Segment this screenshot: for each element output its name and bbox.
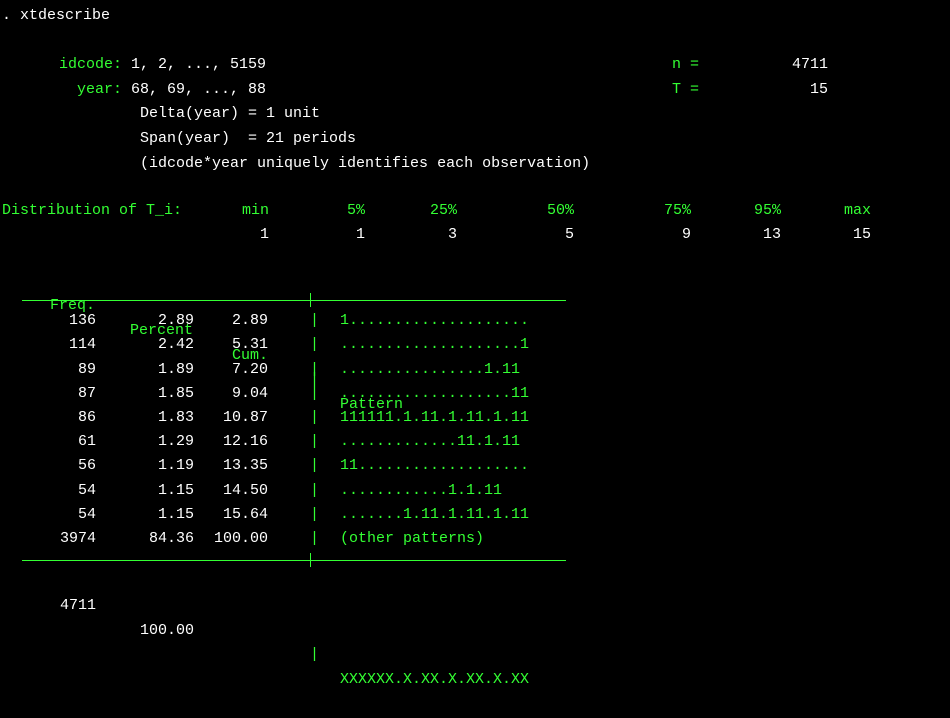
vertical-bar: | xyxy=(310,309,319,334)
dist-hdr-min: min xyxy=(242,199,269,224)
row-pattern: 1.................... xyxy=(340,309,529,334)
row-pattern: ................1.11 xyxy=(340,358,520,383)
row-freq: 87 xyxy=(60,382,96,407)
row-pct: 84.36 xyxy=(140,527,194,552)
dist-hdr-p95: 95% xyxy=(754,199,781,224)
row-freq: 86 xyxy=(60,406,96,431)
table-row: 87 1.85 9.04 | ...................11 xyxy=(22,382,948,406)
table-row: 86 1.83 10.87 | 111111.1.11.1.11.1.11 xyxy=(22,406,948,430)
row-pct: 1.29 xyxy=(140,430,194,455)
vertical-bar: | xyxy=(310,479,319,504)
table-row: 61 1.29 12.16 | .............11.1.11 xyxy=(22,430,948,454)
vertical-bar: | xyxy=(310,454,319,479)
dist-val-max: 15 xyxy=(853,223,871,248)
timevar-line: year: 68, 69, ..., 88 T = 15 xyxy=(2,78,948,103)
row-pct: 1.15 xyxy=(140,503,194,528)
row-pattern: .............11.1.11 xyxy=(340,430,520,455)
row-pattern: 111111.1.11.1.11.1.11 xyxy=(340,406,529,431)
n-label: n = xyxy=(672,53,699,78)
timevar-range: 68, 69, ..., 88 xyxy=(131,81,266,98)
vertical-bar: | xyxy=(310,406,319,431)
row-pct: 1.19 xyxy=(140,454,194,479)
row-pct: 1.89 xyxy=(140,358,194,383)
unique-line: (idcode*year uniquely identifies each ob… xyxy=(2,152,948,177)
vertical-bar: | xyxy=(310,430,319,455)
vertical-bar: | xyxy=(310,527,319,552)
dist-hdr-p50: 50% xyxy=(547,199,574,224)
table-row: 3974 84.36 100.00 | (other patterns) xyxy=(22,527,948,551)
table-row: 56 1.19 13.35 | 11................... xyxy=(22,454,948,478)
delta-line: Delta(year) = 1 unit xyxy=(2,102,948,127)
dist-hdr-p5: 5% xyxy=(347,199,365,224)
row-pattern: (other patterns) xyxy=(340,527,484,552)
n-value: 4711 xyxy=(792,53,828,78)
timevar-label: year: xyxy=(2,78,122,103)
table-row: 54 1.15 14.50 | ............1.1.11 xyxy=(22,479,948,503)
T-label: T = xyxy=(672,78,699,103)
vertical-bar: | xyxy=(310,333,319,358)
row-freq: 56 xyxy=(60,454,96,479)
vertical-bar: | xyxy=(310,503,319,528)
dist-val-p75: 9 xyxy=(682,223,691,248)
row-cum: 2.89 xyxy=(214,309,268,334)
row-pattern: ............1.1.11 xyxy=(340,479,502,504)
dist-val-p95: 13 xyxy=(763,223,781,248)
span-line: Span(year) = 21 periods xyxy=(2,127,948,152)
row-pattern: .......1.11.1.11.1.11 xyxy=(340,503,529,528)
row-pattern: ....................1 xyxy=(340,333,529,358)
row-pct: 1.83 xyxy=(140,406,194,431)
dist-hdr-max: max xyxy=(844,199,871,224)
row-pct: 1.15 xyxy=(140,479,194,504)
command-line: . xtdescribe xyxy=(2,4,948,29)
row-cum: 15.64 xyxy=(214,503,268,528)
table-row: 89 1.89 7.20 | ................1.11 xyxy=(22,358,948,382)
total-freq: 4711 xyxy=(60,594,96,619)
dist-val-p50: 5 xyxy=(565,223,574,248)
row-cum: 100.00 xyxy=(214,527,268,552)
vertical-bar: | xyxy=(310,358,319,383)
table-header: Freq. Percent Cum. | Pattern xyxy=(22,269,948,291)
row-freq: 3974 xyxy=(60,527,96,552)
dist-label: Distribution of T_i: xyxy=(2,202,182,219)
distribution-header: Distribution of T_i: min 5% 25% 50% 75% … xyxy=(2,199,948,224)
distribution-values: 1 1 3 5 9 13 15 xyxy=(2,223,948,247)
row-pattern: 11................... xyxy=(340,454,529,479)
table-row: 136 2.89 2.89 | 1.................... xyxy=(22,309,948,333)
row-cum: 14.50 xyxy=(214,479,268,504)
dist-hdr-p25: 25% xyxy=(430,199,457,224)
dist-val-p5: 1 xyxy=(356,223,365,248)
row-freq: 54 xyxy=(60,479,96,504)
row-pattern: ...................11 xyxy=(340,382,529,407)
total-pattern: XXXXXX.X.XX.X.XX.X.XX xyxy=(340,668,529,693)
row-pct: 1.85 xyxy=(140,382,194,407)
row-freq: 61 xyxy=(60,430,96,455)
row-cum: 10.87 xyxy=(214,406,268,431)
panelvar-line: idcode: 1, 2, ..., 5159 n = 4711 xyxy=(2,53,948,78)
table-row: 114 2.42 5.31 | ....................1 xyxy=(22,333,948,357)
pattern-table: Freq. Percent Cum. | Pattern 136 2.89 2.89… xyxy=(22,269,948,593)
vertical-bar: | xyxy=(310,382,319,407)
table-rule-bottom xyxy=(22,553,948,567)
row-freq: 136 xyxy=(60,309,96,334)
row-cum: 12.16 xyxy=(214,430,268,455)
dist-val-p25: 3 xyxy=(448,223,457,248)
row-cum: 7.20 xyxy=(214,358,268,383)
row-cum: 13.35 xyxy=(214,454,268,479)
row-pct: 2.42 xyxy=(140,333,194,358)
row-freq: 54 xyxy=(60,503,96,528)
row-freq: 89 xyxy=(60,358,96,383)
row-cum: 9.04 xyxy=(214,382,268,407)
dist-val-min: 1 xyxy=(260,223,269,248)
table-row: 54 1.15 15.64 | .......1.11.1.11.1.11 xyxy=(22,503,948,527)
table-rule-top xyxy=(22,293,948,307)
panelvar-label: idcode: xyxy=(2,53,122,78)
dist-hdr-p75: 75% xyxy=(664,199,691,224)
panelvar-range: 1, 2, ..., 5159 xyxy=(131,56,266,73)
row-freq: 114 xyxy=(60,333,96,358)
table-total-row: 4711 100.00 | XXXXXX.X.XX.X.XX.X.XX xyxy=(22,569,948,593)
T-value: 15 xyxy=(810,78,828,103)
row-pct: 2.89 xyxy=(140,309,194,334)
row-cum: 5.31 xyxy=(214,333,268,358)
